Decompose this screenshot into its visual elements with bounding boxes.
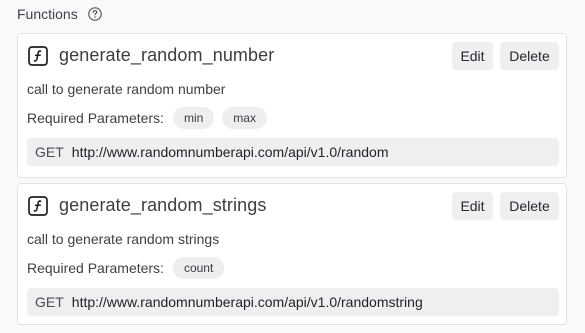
- required-parameters: Required Parameters: min max: [27, 107, 267, 129]
- param-chip-min: min: [172, 107, 215, 129]
- edit-button[interactable]: Edit: [452, 192, 493, 220]
- param-chip-max: max: [222, 107, 267, 129]
- delete-button[interactable]: Delete: [500, 192, 559, 220]
- endpoint-url: GET http://www.randomnumberapi.com/api/v1…: [27, 138, 559, 166]
- section-title: Functions: [17, 6, 78, 22]
- function-icon: [28, 196, 48, 216]
- params-label: Required Parameters:: [27, 110, 164, 126]
- http-method: GET: [35, 144, 64, 160]
- question-circle-icon[interactable]: [87, 7, 102, 21]
- url-text: http://www.randomnumberapi.com/api/v1.0/…: [71, 294, 423, 310]
- function-name: generate_random_strings: [59, 195, 267, 215]
- edit-button[interactable]: Edit: [452, 42, 493, 70]
- http-method: GET: [35, 294, 64, 310]
- function-card: generate_random_strings Edit Delete call…: [17, 183, 567, 325]
- param-chip-count: count: [172, 257, 225, 279]
- delete-button[interactable]: Delete: [500, 42, 559, 70]
- function-card: generate_random_number Edit Delete call …: [17, 33, 567, 178]
- function-description: call to generate random strings: [27, 231, 220, 247]
- functions-section-header: Functions: [17, 4, 102, 24]
- function-icon: [28, 46, 48, 66]
- url-text: http://www.randomnumberapi.com/api/v1.0/…: [71, 144, 389, 160]
- function-name: generate_random_number: [59, 45, 275, 65]
- endpoint-url: GET http://www.randomnumberapi.com/api/v1…: [27, 288, 559, 316]
- function-description: call to generate random number: [27, 81, 226, 97]
- required-parameters: Required Parameters: count: [27, 257, 225, 279]
- params-label: Required Parameters:: [27, 260, 164, 276]
